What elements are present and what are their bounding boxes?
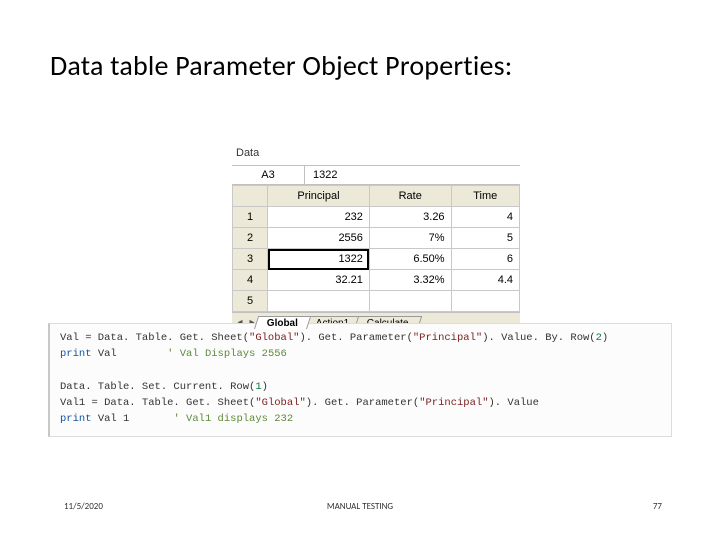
header-row: Principal Rate Time (233, 186, 520, 207)
code-text: Val = Data. Table. Get. Sheet( (60, 332, 249, 344)
cell[interactable]: 3.26 (369, 207, 451, 228)
cell[interactable]: 5 (451, 228, 519, 249)
cell[interactable]: 6 (451, 249, 519, 270)
table-row[interactable]: 4 32.21 3.32% 4.4 (233, 270, 520, 291)
cell[interactable] (268, 291, 370, 312)
table-row[interactable]: 5 (233, 291, 520, 312)
code-text: ) (262, 381, 268, 393)
cell[interactable]: 7% (369, 228, 451, 249)
code-text: Val (92, 348, 168, 360)
code-text: Val1 = Data. Table. Get. Sheet( (60, 397, 255, 409)
col-header-time[interactable]: Time (451, 186, 519, 207)
sheet-tab-label: Global (267, 318, 298, 329)
col-header-rate[interactable]: Rate (369, 186, 451, 207)
sheet-tab-global[interactable]: Global (254, 316, 311, 329)
table-row[interactable]: 3 1322 6.50% 6 (233, 249, 520, 270)
code-text: Data. Table. Set. Current. Row( (60, 381, 255, 393)
slide: Data table Parameter Object Properties: … (0, 0, 720, 540)
data-table-panel: Data A3 1322 Principal Rate Time 1 232 3… (232, 145, 520, 331)
code-text: ). Get. Parameter( (299, 332, 412, 344)
row-header[interactable]: 1 (233, 207, 268, 228)
col-header-principal[interactable]: Principal (268, 186, 370, 207)
cell[interactable]: 6.50% (369, 249, 451, 270)
cell[interactable]: 232 (268, 207, 370, 228)
selected-cell[interactable]: 1322 (268, 249, 370, 270)
cell[interactable]: 3.32% (369, 270, 451, 291)
corner-cell (233, 186, 268, 207)
row-header[interactable]: 2 (233, 228, 268, 249)
footer-page-number: 77 (653, 501, 662, 512)
cell-reference-box[interactable]: A3 (232, 166, 305, 184)
cell-reference-bar: A3 1322 (232, 165, 520, 185)
cell[interactable] (369, 291, 451, 312)
code-text: ). Value. By. Row( (482, 332, 595, 344)
footer-title: MANUAL TESTING (0, 501, 720, 512)
panel-label: Data (232, 145, 520, 165)
code-comment: ' Val Displays 2556 (167, 348, 287, 360)
code-comment: ' Val1 displays 232 (173, 413, 293, 425)
cell[interactable]: 4.4 (451, 270, 519, 291)
table-row[interactable]: 1 232 3.26 4 (233, 207, 520, 228)
code-keyword: print (60, 348, 92, 360)
table-row[interactable]: 2 2556 7% 5 (233, 228, 520, 249)
code-text: Val 1 (92, 413, 174, 425)
row-header[interactable]: 3 (233, 249, 268, 270)
cell[interactable]: 4 (451, 207, 519, 228)
code-text: ). Value (489, 397, 539, 409)
cell-value-box[interactable]: 1322 (305, 166, 520, 184)
cell[interactable]: 2556 (268, 228, 370, 249)
code-keyword: print (60, 413, 92, 425)
code-text: ) (602, 332, 608, 344)
code-string: "Principal" (419, 397, 488, 409)
cell[interactable] (451, 291, 519, 312)
code-text: ). Get. Parameter( (306, 397, 419, 409)
code-string: "Principal" (413, 332, 482, 344)
code-string: "Global" (249, 332, 299, 344)
code-snippet: Val = Data. Table. Get. Sheet("Global").… (48, 323, 672, 437)
page-title: Data table Parameter Object Properties: (50, 48, 513, 83)
row-header[interactable]: 5 (233, 291, 268, 312)
cell[interactable]: 32.21 (268, 270, 370, 291)
row-header[interactable]: 4 (233, 270, 268, 291)
data-sheet-grid[interactable]: Principal Rate Time 1 232 3.26 4 2 2556 … (232, 185, 520, 312)
code-string: "Global" (255, 397, 305, 409)
